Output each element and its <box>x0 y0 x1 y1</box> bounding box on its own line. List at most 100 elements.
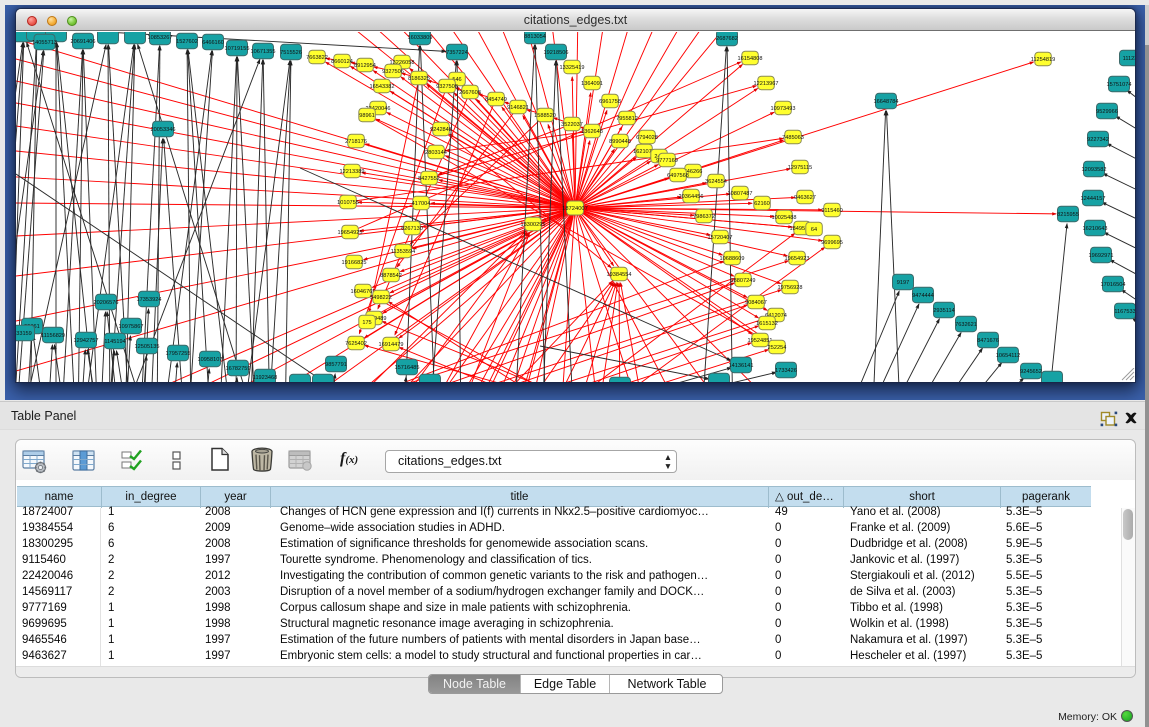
svg-text:2935114: 2935114 <box>933 308 954 314</box>
svg-text:9463627: 9463627 <box>794 195 816 201</box>
svg-text:8215955: 8215955 <box>1057 212 1079 218</box>
svg-text:9146821: 9146821 <box>507 105 529 111</box>
svg-text:6794028: 6794028 <box>636 135 658 141</box>
svg-text:9197: 9197 <box>897 280 909 286</box>
svg-text:10671355: 10671355 <box>251 49 276 55</box>
svg-text:10654112: 10654112 <box>996 353 1020 359</box>
svg-text:10719155: 10719155 <box>225 46 250 52</box>
svg-text:19166825: 19166825 <box>342 260 367 266</box>
svg-text:9699695: 9699695 <box>821 240 843 246</box>
svg-text:2667608: 2667608 <box>459 90 481 96</box>
svg-text:15720407: 15720407 <box>708 235 733 241</box>
svg-text:1588520: 1588520 <box>534 113 556 119</box>
svg-text:19384554: 19384554 <box>607 272 632 278</box>
svg-text:8186325: 8186325 <box>408 76 430 82</box>
svg-text:10025488: 10025488 <box>772 215 797 221</box>
svg-text:17353924: 17353924 <box>137 297 162 303</box>
svg-text:20691406: 20691406 <box>71 39 96 45</box>
svg-text:7357224: 7357224 <box>446 50 468 56</box>
svg-text:2718176: 2718176 <box>345 139 367 145</box>
svg-text:7986372: 7986372 <box>693 214 715 220</box>
svg-text:9242848: 9242848 <box>430 127 452 133</box>
svg-text:19218506: 19218506 <box>544 50 569 56</box>
svg-text:12093582: 12093582 <box>1082 167 1107 173</box>
svg-text:7625402: 7625402 <box>345 341 367 347</box>
svg-text:12444157: 12444157 <box>1081 196 1106 202</box>
svg-text:175: 175 <box>362 320 371 326</box>
svg-text:19692971: 19692971 <box>1089 253 1114 259</box>
svg-text:10973493: 10973493 <box>771 106 796 112</box>
svg-text:1362648: 1362648 <box>581 129 603 135</box>
svg-text:12213389: 12213389 <box>340 169 365 175</box>
svg-text:9084067: 9084067 <box>745 300 767 306</box>
svg-text:9474444: 9474444 <box>912 293 934 299</box>
svg-text:64: 64 <box>811 227 817 233</box>
svg-text:10688609: 10688609 <box>720 256 745 262</box>
svg-text:16648784: 16648784 <box>874 99 899 105</box>
svg-text:13325419: 13325419 <box>560 65 585 71</box>
svg-text:1010755: 1010755 <box>337 200 359 206</box>
svg-text:11156829: 11156829 <box>41 333 65 339</box>
svg-text:5498222: 5498222 <box>370 295 392 301</box>
svg-text:9115460: 9115460 <box>821 208 842 214</box>
svg-text:1615132: 1615132 <box>756 321 778 327</box>
svg-text:11923468: 11923468 <box>253 375 277 381</box>
svg-text:20053346: 20053346 <box>151 127 176 133</box>
svg-text:11353594: 11353594 <box>391 249 415 255</box>
svg-text:17957255: 17957255 <box>166 351 191 357</box>
svg-text:18724007: 18724007 <box>562 206 588 212</box>
svg-text:20206576: 20206576 <box>94 300 119 306</box>
svg-text:8267130: 8267130 <box>401 226 423 232</box>
svg-text:7515526: 7515526 <box>280 50 302 56</box>
svg-text:16033809: 16033809 <box>408 35 433 41</box>
svg-text:7663822: 7663822 <box>306 55 328 61</box>
svg-text:9327508: 9327508 <box>436 84 458 90</box>
svg-text:15716485: 15716485 <box>395 365 420 371</box>
svg-text:9227342: 9227342 <box>1087 137 1109 143</box>
svg-text:18300295: 18300295 <box>521 222 546 228</box>
svg-text:10807487: 10807487 <box>728 191 753 197</box>
svg-text:2803144: 2803144 <box>425 150 447 156</box>
svg-text:9245652: 9245652 <box>1020 369 1042 375</box>
svg-text:8660124: 8660124 <box>331 59 353 65</box>
svg-text:33159: 33159 <box>16 331 32 337</box>
svg-text:12975115: 12975115 <box>788 165 812 171</box>
svg-text:14136141: 14136141 <box>729 363 754 369</box>
svg-text:7632621: 7632621 <box>955 322 977 328</box>
svg-text:12213967: 12213967 <box>754 81 779 87</box>
svg-text:3522037: 3522037 <box>561 122 583 128</box>
svg-text:2687682: 2687682 <box>716 36 738 42</box>
svg-text:1364091: 1364091 <box>581 81 603 87</box>
svg-text:19654925: 19654925 <box>338 230 363 236</box>
svg-text:19756928: 19756928 <box>778 285 803 291</box>
svg-text:8912954: 8912954 <box>354 63 376 69</box>
svg-text:6497568: 6497568 <box>667 173 689 179</box>
svg-text:7955812: 7955812 <box>616 116 638 122</box>
svg-text:14055713: 14055713 <box>32 40 57 46</box>
svg-text:19654923: 19654923 <box>785 256 810 262</box>
svg-text:8454749: 8454749 <box>485 97 507 103</box>
svg-text:1527602: 1527602 <box>176 39 198 45</box>
svg-text:12505135: 12505135 <box>135 344 160 350</box>
svg-text:8427552: 8427552 <box>418 176 440 182</box>
svg-text:8878542: 8878542 <box>380 273 402 279</box>
svg-text:1167533: 1167533 <box>1114 309 1135 315</box>
svg-text:9857791: 9857791 <box>325 362 347 368</box>
svg-text:1733426: 1733426 <box>775 368 797 374</box>
svg-text:16543382: 16543382 <box>370 84 395 90</box>
svg-text:8990448: 8990448 <box>609 139 631 145</box>
svg-text:17016504: 17016504 <box>1101 282 1126 288</box>
svg-text:11123: 11123 <box>1123 56 1135 62</box>
svg-text:62160: 62160 <box>754 201 770 207</box>
svg-text:16210643: 16210643 <box>1083 226 1108 232</box>
svg-text:12942757: 12942757 <box>74 338 99 344</box>
svg-text:9327506: 9327506 <box>382 69 404 75</box>
svg-text:7485063: 7485063 <box>782 135 804 141</box>
svg-text:8471676: 8471676 <box>977 338 999 344</box>
svg-text:417004: 417004 <box>412 201 431 207</box>
svg-text:11254819: 11254819 <box>1031 57 1055 63</box>
svg-text:252254: 252254 <box>768 345 787 351</box>
svg-text:8813054: 8813054 <box>524 34 546 40</box>
svg-text:98961: 98961 <box>359 113 375 119</box>
svg-text:9777169: 9777169 <box>656 158 678 164</box>
